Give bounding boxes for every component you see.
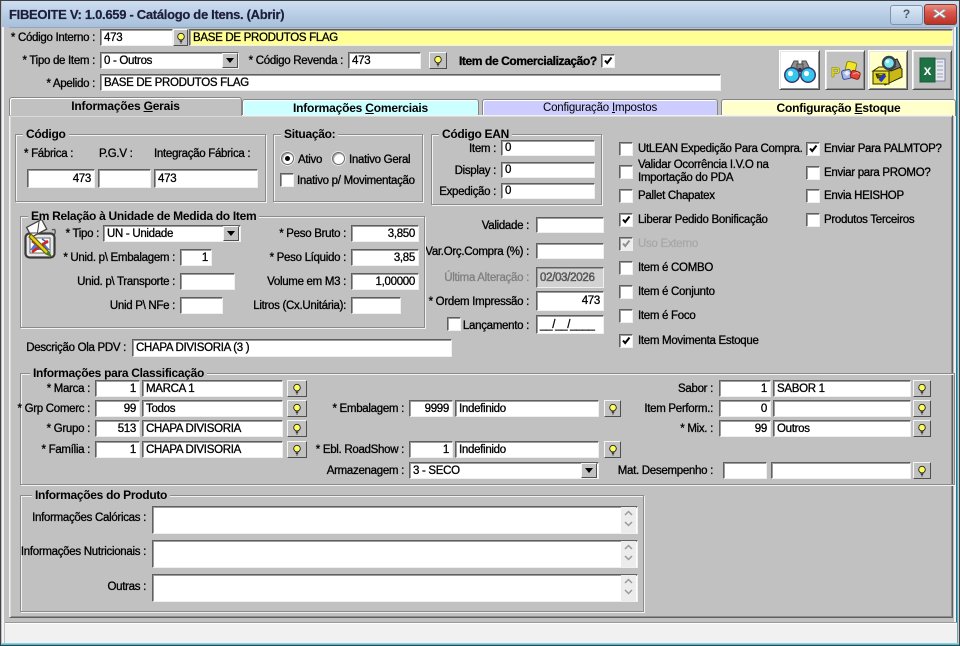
svg-text:x: x [924, 62, 932, 78]
svg-text:P: P [831, 64, 840, 80]
